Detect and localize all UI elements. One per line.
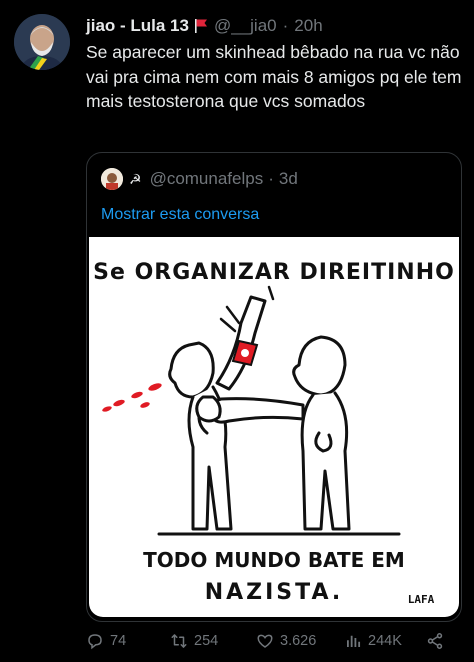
quote-time[interactable]: 3d [279,169,298,189]
quote-header: ☭ @comunafelps · 3d [101,167,298,191]
reply-icon [88,634,102,650]
like-button[interactable]: 3.626 [256,632,316,650]
views-button[interactable]: 244K [344,632,402,650]
views-count: 244K [368,633,402,649]
tweet-header: jiao - Lula 13 @__jia0 · 20h [86,14,462,38]
dot-separator: · [282,16,289,35]
quote-avatar[interactable] [101,168,123,190]
share-icon [427,633,443,649]
avatar[interactable] [14,14,70,70]
heart-icon [257,634,273,648]
show-thread-link[interactable]: Mostrar esta conversa [101,206,259,224]
views-icon [347,635,361,647]
share-button[interactable] [426,632,450,650]
like-count: 3.626 [280,633,317,649]
tweet-text: Se aparecer um skinhead bêbado na rua vc… [86,42,462,111]
retweet-count: 254 [194,633,219,649]
action-bar: 74 254 3.626 244K [86,628,462,654]
comic-bottom-caption-1: TODO MUNDO BATE EM [143,548,405,572]
tweet-time[interactable]: 20h [294,16,322,36]
author-name[interactable]: jiao - Lula 13 [86,16,189,36]
red-flag-icon [194,18,208,34]
tweet: jiao - Lula 13 @__jia0 · 20h Se aparecer… [0,0,474,662]
reply-count: 74 [110,633,127,649]
comic-bottom-caption-2: NAZISTA. [205,580,344,605]
comic-signature: LAFA [408,593,435,606]
hammer-sickle-icon: ☭ [129,170,142,187]
comic-image[interactable]: Se ORGANIZAR DIREITINHO TODO MUNDO BATE … [89,237,459,617]
dot-separator: · [268,169,274,188]
retweet-icon [171,634,187,648]
reply-button[interactable]: 74 [86,632,126,650]
comic-top-caption: Se ORGANIZAR DIREITINHO [93,260,455,285]
quote-handle[interactable]: @comunafelps [150,169,264,189]
author-handle[interactable]: @__jia0 [214,16,277,36]
quoted-tweet[interactable]: ☭ @comunafelps · 3d Mostrar esta convers… [86,152,462,622]
retweet-button[interactable]: 254 [170,632,218,650]
